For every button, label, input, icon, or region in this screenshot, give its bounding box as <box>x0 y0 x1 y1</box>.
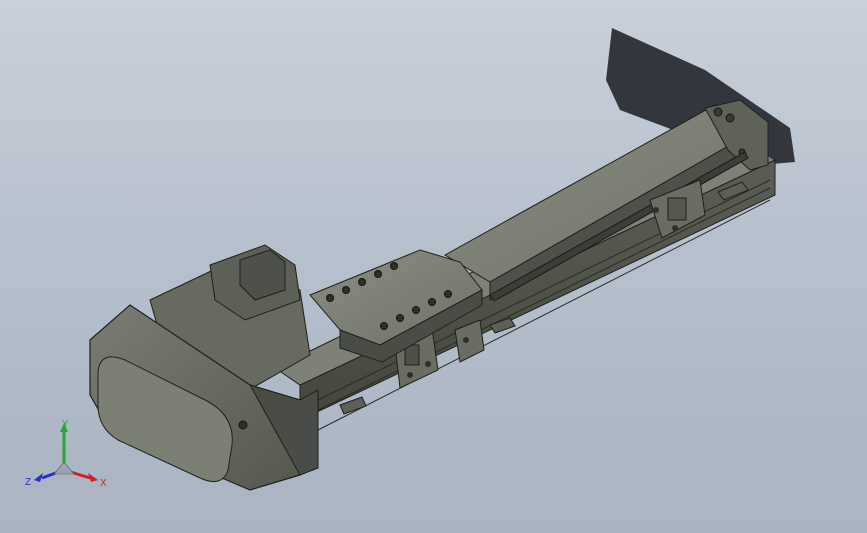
z-axis-arrow <box>34 473 43 482</box>
cad-graphics-viewport[interactable]: Y X Z <box>0 0 867 533</box>
orientation-triad: Y X Z <box>25 419 107 489</box>
end-plate-bolt-icon <box>713 107 723 117</box>
triad-origin-icon <box>53 461 75 475</box>
end-plate-bolt-icon <box>725 113 735 123</box>
end-cap-screw-icon <box>238 420 248 430</box>
y-axis-label: Y <box>62 419 69 430</box>
z-axis-label: Z <box>25 477 31 488</box>
x-axis-arrow <box>88 473 98 482</box>
linear-actuator-3d-model[interactable] <box>0 0 867 533</box>
x-axis-label: X <box>100 478 107 489</box>
